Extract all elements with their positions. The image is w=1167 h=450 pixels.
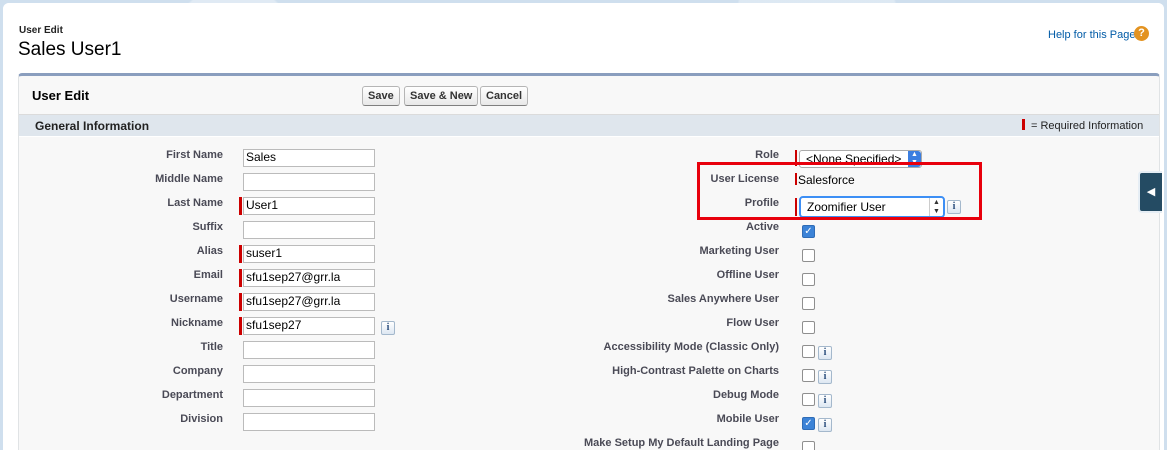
required-indicator [239, 317, 242, 335]
company-label: Company [172, 365, 223, 377]
username-field[interactable]: sfu1sep27@grr.la [243, 293, 375, 311]
marketing-user-label: Marketing User [699, 245, 779, 257]
page: User Edit Sales User1 Help for this Page… [3, 3, 1164, 450]
block-header: User Edit Save Save & New Cancel [19, 76, 1159, 115]
division-label: Division [180, 413, 223, 425]
section-title: General Information [35, 119, 150, 133]
mobile-user-info-icon[interactable]: i [818, 418, 832, 432]
role-label: Role [755, 149, 779, 161]
email-field[interactable]: sfu1sep27@grr.la [243, 269, 375, 287]
title-label: Title [200, 341, 223, 353]
debug-mode-label: Debug Mode [713, 389, 779, 401]
required-indicator [239, 245, 242, 263]
nickname-label: Nickname [171, 317, 223, 329]
sales-anywhere-user-label: Sales Anywhere User [667, 293, 779, 305]
first-name-label: First Name [166, 149, 223, 161]
accessibility-mode-info-icon[interactable]: i [818, 346, 832, 360]
save-and-new-button[interactable]: Save & New [404, 86, 479, 106]
company-field[interactable] [243, 365, 375, 383]
alias-field[interactable]: suser1 [243, 245, 375, 263]
required-indicator [239, 269, 242, 287]
division-field[interactable] [243, 413, 375, 431]
highlight-annotation-box [697, 162, 982, 220]
title-field[interactable] [243, 341, 375, 359]
active-checkbox[interactable]: ✓ [802, 225, 815, 238]
email-label: Email [193, 269, 223, 281]
high-contrast-palette-label: High-Contrast Palette on Charts [612, 365, 779, 377]
debug-mode-info-icon[interactable]: i [818, 394, 832, 408]
save-button[interactable]: Save [362, 86, 400, 106]
section-header-general-information[interactable]: General Information = Required Informati… [19, 115, 1159, 137]
flow-user-label: Flow User [726, 317, 779, 329]
nickname-info-icon[interactable]: i [381, 321, 395, 335]
suffix-field[interactable] [243, 221, 375, 239]
sidebar-collapse-tab[interactable]: ◀ [1138, 171, 1162, 213]
default-landing-page-label: Make Setup My Default Landing Page [584, 437, 779, 449]
middle-name-field[interactable] [243, 173, 375, 191]
block-title: User Edit [32, 88, 90, 103]
alias-label: Alias [196, 245, 223, 257]
required-marker [1022, 119, 1025, 130]
user-edit-block: User Edit Save Save & New Cancel General… [18, 73, 1160, 450]
high-contrast-palette-checkbox[interactable] [802, 369, 815, 382]
accessibility-mode-checkbox[interactable] [802, 345, 815, 358]
high-contrast-palette-info-icon[interactable]: i [818, 370, 832, 384]
department-field[interactable] [243, 389, 375, 407]
help-icon[interactable]: ? [1134, 26, 1149, 41]
suffix-label: Suffix [192, 221, 223, 233]
default-landing-page-checkbox[interactable] [802, 441, 815, 450]
cancel-button[interactable]: Cancel [480, 86, 529, 106]
mobile-user-label: Mobile User [716, 413, 779, 425]
department-label: Department [161, 389, 223, 401]
mobile-user-checkbox[interactable]: ✓ [802, 417, 815, 430]
chevron-left-icon: ◀ [1146, 186, 1156, 198]
required-information-legend: = Required Information [1022, 119, 1143, 132]
first-name-field[interactable]: Sales [243, 149, 375, 167]
sales-anywhere-user-checkbox[interactable] [802, 297, 815, 310]
page-type-label: User Edit [19, 25, 63, 36]
username-label: Username [169, 293, 223, 305]
last-name-field[interactable]: User1 [243, 197, 375, 215]
marketing-user-checkbox[interactable] [802, 249, 815, 262]
help-for-this-page-link[interactable]: Help for this Page [1048, 29, 1135, 41]
flow-user-checkbox[interactable] [802, 321, 815, 334]
required-indicator [239, 293, 242, 311]
offline-user-label: Offline User [716, 269, 779, 281]
active-label: Active [745, 221, 779, 233]
offline-user-checkbox[interactable] [802, 273, 815, 286]
required-legend-text: = Required Information [1031, 120, 1144, 132]
debug-mode-checkbox[interactable] [802, 393, 815, 406]
nickname-field[interactable]: sfu1sep27 [243, 317, 375, 335]
required-indicator [239, 197, 242, 215]
middle-name-label: Middle Name [155, 173, 223, 185]
page-header: User Edit Sales User1 Help for this Page… [3, 3, 1164, 73]
accessibility-mode-label: Accessibility Mode (Classic Only) [603, 341, 779, 353]
page-title: Sales User1 [18, 39, 122, 60]
last-name-label: Last Name [167, 197, 223, 209]
